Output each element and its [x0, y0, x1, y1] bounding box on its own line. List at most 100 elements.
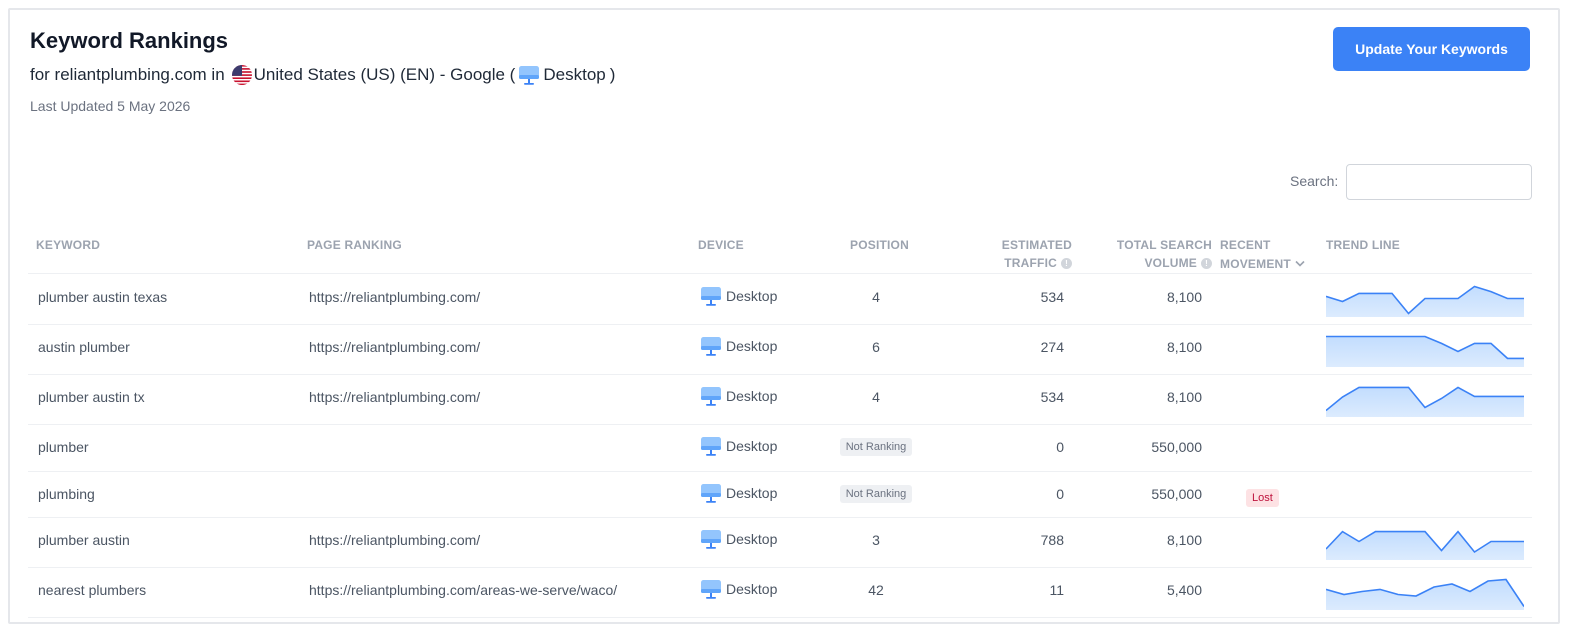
- keyword-cell: plumber austin texas: [38, 289, 168, 305]
- search-volume-cell: 550,000: [1151, 439, 1202, 455]
- desktop-icon: [700, 578, 722, 600]
- column-movement-line2: MOVEMENT: [1220, 257, 1291, 271]
- column-volume-line2: VOLUME: [1144, 256, 1197, 270]
- position-cell: Not Ranking: [836, 484, 916, 503]
- device-label: Desktop: [726, 388, 778, 404]
- table-row[interactable]: nearest plumbers https://reliantplumbing.…: [28, 568, 1532, 618]
- us-flag-icon: [231, 65, 252, 85]
- keyword-cell: plumber austin tx: [38, 389, 145, 405]
- subtitle-device-text: Desktop: [543, 65, 606, 84]
- not-ranking-badge: Not Ranking: [839, 485, 913, 503]
- estimated-traffic-cell: 534: [1040, 389, 1064, 405]
- desktop-icon: [700, 385, 722, 407]
- estimated-traffic-cell: 11: [1049, 582, 1064, 598]
- estimated-traffic-cell: 0: [1056, 439, 1064, 455]
- device-cell: Desktop: [700, 528, 777, 550]
- position-cell: 6: [872, 339, 880, 355]
- chevron-down-icon[interactable]: [1295, 254, 1305, 272]
- lost-badge: Lost: [1246, 489, 1279, 507]
- trend-sparkline: [1326, 386, 1524, 417]
- last-updated: Last Updated 5 May 2026: [30, 98, 191, 114]
- trend-area: [1326, 579, 1524, 610]
- update-keywords-button[interactable]: Update Your Keywords: [1333, 27, 1530, 71]
- table-row[interactable]: plumbing Desktop Not Ranking 0 550,000 Lost: [28, 472, 1532, 518]
- table-header: KEYWORD PAGE RANKING DEVICE POSITION EST…: [28, 228, 1532, 274]
- not-ranking-badge: Not Ranking: [839, 438, 913, 456]
- desktop-icon: [700, 335, 722, 357]
- page-ranking-link[interactable]: https://reliantplumbing.com/: [309, 339, 480, 355]
- keyword-cell: nearest plumbers: [38, 582, 147, 598]
- table-row[interactable]: austin plumber https://reliantplumbing.co…: [28, 325, 1532, 375]
- device-cell: Desktop: [700, 285, 777, 307]
- subtitle-domain-text: for reliantplumbing.com in: [30, 65, 225, 84]
- keyword-cell: austin plumber: [38, 339, 130, 355]
- trend-area: [1326, 387, 1524, 417]
- trend-sparkline: [1326, 578, 1524, 610]
- estimated-traffic-cell: 788: [1040, 532, 1064, 548]
- page-ranking-link[interactable]: https://reliantplumbing.com/: [309, 532, 480, 548]
- search-volume-cell: 8,100: [1166, 389, 1202, 405]
- estimated-traffic-cell: 274: [1040, 339, 1064, 355]
- column-keyword[interactable]: KEYWORD: [36, 236, 100, 254]
- estimated-traffic-cell: 534: [1040, 289, 1064, 305]
- search-volume-cell: 550,000: [1151, 486, 1202, 502]
- column-page-ranking[interactable]: PAGE RANKING: [307, 236, 402, 254]
- position-cell: 4: [872, 389, 880, 405]
- trend-area: [1326, 531, 1524, 560]
- device-cell: Desktop: [700, 385, 777, 407]
- column-position[interactable]: POSITION: [850, 236, 909, 254]
- column-estimated-traffic-line1: ESTIMATED: [1001, 238, 1072, 252]
- device-cell: Desktop: [700, 335, 777, 357]
- page-ranking-link[interactable]: https://reliantplumbing.com/areas-we-ser…: [309, 582, 617, 598]
- info-icon[interactable]: !: [1201, 258, 1212, 269]
- trend-sparkline: [1326, 285, 1524, 317]
- search-volume-cell: 8,100: [1166, 532, 1202, 548]
- search-volume-cell: 5,400: [1166, 582, 1202, 598]
- column-volume-line1: TOTAL SEARCH: [1116, 238, 1212, 252]
- trend-area: [1326, 336, 1524, 367]
- page-ranking-link[interactable]: https://reliantplumbing.com/: [309, 389, 480, 405]
- device-label: Desktop: [726, 581, 778, 597]
- device-label: Desktop: [726, 338, 778, 354]
- search-volume-cell: 8,100: [1166, 289, 1202, 305]
- search-input[interactable]: [1346, 164, 1532, 200]
- column-estimated-traffic-line2: TRAFFIC: [1004, 256, 1057, 270]
- trend-sparkline: [1326, 530, 1524, 560]
- column-recent-movement[interactable]: RECENT MOVEMENT: [1220, 236, 1305, 273]
- keyword-rankings-card: Keyword Rankings for reliantplumbing.com…: [8, 8, 1560, 624]
- device-label: Desktop: [726, 288, 778, 304]
- desktop-icon: [700, 482, 722, 504]
- device-cell: Desktop: [700, 578, 777, 600]
- column-total-search-volume[interactable]: TOTAL SEARCH VOLUME!: [1108, 236, 1212, 272]
- device-label: Desktop: [726, 531, 778, 547]
- position-cell: 4: [872, 289, 880, 305]
- search-volume-cell: 8,100: [1166, 339, 1202, 355]
- column-trend-line: TREND LINE: [1326, 238, 1400, 252]
- trend-area: [1326, 286, 1524, 317]
- device-label: Desktop: [726, 438, 778, 454]
- report-subtitle: for reliantplumbing.com in United States…: [30, 64, 615, 86]
- column-device[interactable]: DEVICE: [698, 236, 744, 254]
- page-title: Keyword Rankings: [30, 28, 229, 53]
- column-estimated-traffic[interactable]: ESTIMATED TRAFFIC!: [988, 236, 1072, 272]
- info-icon[interactable]: !: [1061, 258, 1072, 269]
- page-ranking-link[interactable]: https://reliantplumbing.com/: [309, 289, 480, 305]
- position-cell: 3: [872, 532, 880, 548]
- device-cell: Desktop: [700, 435, 777, 457]
- search-label: Search:: [1290, 173, 1339, 189]
- device-label: Desktop: [726, 485, 778, 501]
- table-row[interactable]: plumber austin https://reliantplumbing.co…: [28, 518, 1532, 568]
- table-row[interactable]: plumber Desktop Not Ranking 0 550,000: [28, 425, 1532, 472]
- table-row[interactable]: plumber austin tx https://reliantplumbing…: [28, 375, 1532, 425]
- column-movement-line1: RECENT: [1220, 238, 1271, 252]
- keyword-cell: plumbing: [38, 486, 95, 502]
- subtitle-country-text: United States (US) (EN) - Google (: [253, 65, 516, 84]
- trend-sparkline: [1326, 335, 1524, 367]
- desktop-icon: [700, 528, 722, 550]
- table-row[interactable]: plumber austin texas https://reliantplumb…: [28, 275, 1532, 325]
- desktop-icon: [700, 435, 722, 457]
- device-cell: Desktop: [700, 482, 777, 504]
- estimated-traffic-cell: 0: [1056, 486, 1064, 502]
- desktop-icon: [700, 285, 722, 307]
- keyword-cell: plumber austin: [38, 532, 130, 548]
